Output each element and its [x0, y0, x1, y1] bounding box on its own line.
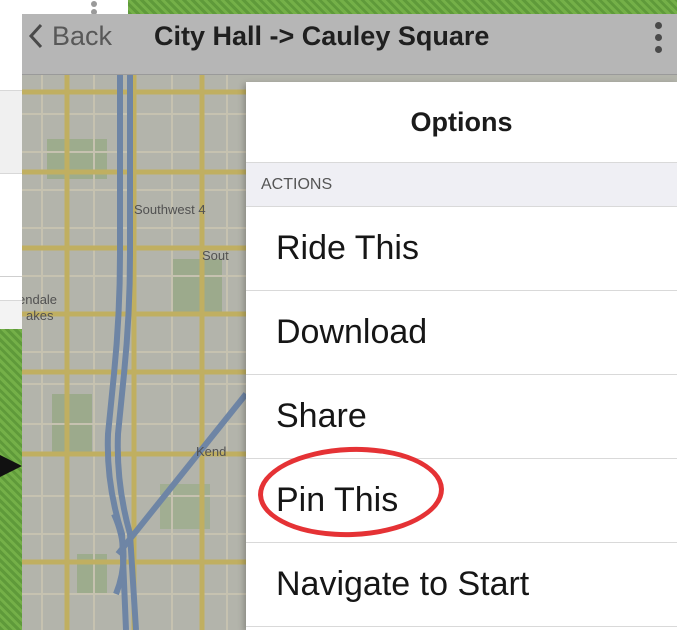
- navigation-bar: Back City Hall -> Cauley Square: [22, 14, 677, 75]
- phone-screen: Southwest 4 Sout endale akes Kend Back C…: [22, 14, 677, 630]
- backdrop-divider: [0, 276, 22, 277]
- backdrop-panel: [0, 90, 22, 174]
- options-menu: Options ACTIONS Ride This Download Share…: [246, 82, 677, 630]
- arrow-right-icon: [0, 455, 22, 477]
- menu-item-download[interactable]: Download: [246, 291, 677, 375]
- menu-item-ride-this[interactable]: Ride This: [246, 207, 677, 291]
- more-vertical-icon[interactable]: [649, 16, 667, 58]
- back-button[interactable]: Back: [22, 14, 112, 58]
- chevron-left-icon: [22, 14, 50, 58]
- options-header: Options: [246, 82, 677, 163]
- page-title: City Hall -> Cauley Square: [154, 21, 490, 51]
- menu-item-navigate-to-start[interactable]: Navigate to Start: [246, 543, 677, 627]
- backdrop-green-top: [128, 0, 677, 14]
- menu-item-share[interactable]: Share: [246, 375, 677, 459]
- section-header-actions: ACTIONS: [246, 163, 677, 207]
- backdrop-dots: [91, 1, 97, 14]
- back-label: Back: [52, 20, 113, 51]
- backdrop-panel: [0, 300, 22, 329]
- options-title: Options: [410, 106, 513, 137]
